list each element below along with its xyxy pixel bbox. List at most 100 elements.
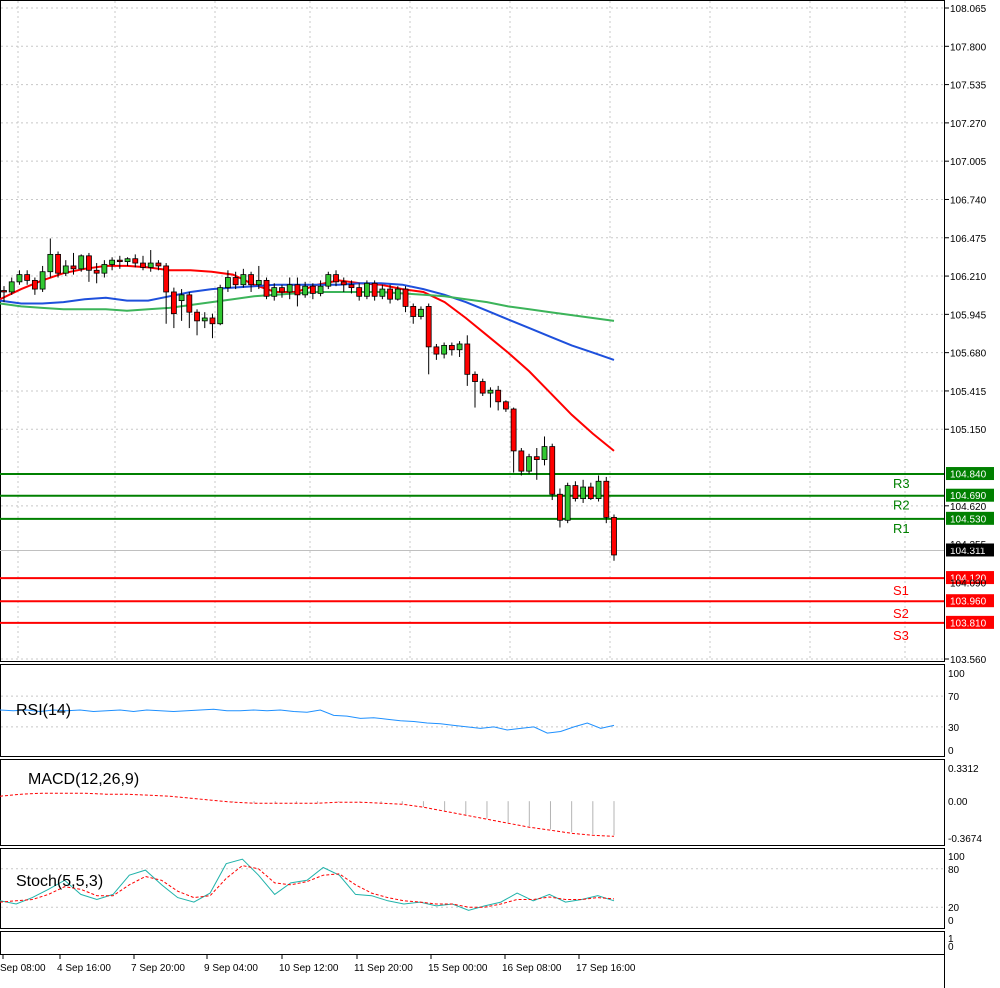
stoch-tick-label: 80 xyxy=(948,865,960,876)
bull-candle-body xyxy=(286,284,293,293)
macd-panel xyxy=(0,759,945,846)
bull-candle-body xyxy=(47,253,54,273)
level-label-s2: S2 xyxy=(893,606,909,621)
candle xyxy=(479,378,486,396)
rsi-title: RSI(14) xyxy=(16,702,71,719)
extra-panel xyxy=(0,931,945,955)
level-tag-value: 104.530 xyxy=(950,514,987,525)
level-label-s3: S3 xyxy=(893,628,909,643)
bull-candle-body xyxy=(240,274,247,286)
price-tick-label: 103.560 xyxy=(950,655,987,666)
time-tick-label: Sep 08:00 xyxy=(0,963,46,974)
bear-candle-body xyxy=(55,253,61,274)
bull-candle-body xyxy=(541,446,548,460)
price-tick-label: 104.355 xyxy=(950,540,987,551)
macd-title: MACD(12,26,9) xyxy=(28,771,139,788)
stoch-tick-label: 100 xyxy=(948,852,965,863)
candle xyxy=(325,271,332,290)
bear-candle-body xyxy=(557,493,563,521)
bull-candle-body xyxy=(580,486,587,499)
bear-candle-body xyxy=(86,255,92,271)
price-tick-label: 107.535 xyxy=(950,81,987,92)
candle xyxy=(364,280,370,300)
bull-candle-body xyxy=(78,255,85,270)
bear-candle-body xyxy=(186,294,193,313)
candle xyxy=(217,284,224,326)
level-label-r3: R3 xyxy=(893,476,910,491)
macd-tick-label: 0.00 xyxy=(948,797,968,808)
bull-candle-body xyxy=(364,282,370,297)
candle xyxy=(549,443,556,501)
level-tag-value: 103.960 xyxy=(950,597,987,608)
time-tick-label: 7 Sep 20:00 xyxy=(131,963,185,974)
bull-candle-body xyxy=(8,281,15,293)
rsi-tick-label: 0 xyxy=(948,746,954,757)
candle xyxy=(263,277,270,300)
candle xyxy=(603,476,610,524)
bear-candle-body xyxy=(603,480,610,518)
bear-candle-body xyxy=(549,446,556,495)
bull-candle-body xyxy=(456,343,463,351)
level-tag-value: 104.840 xyxy=(950,470,987,481)
bull-candle-body xyxy=(317,285,324,294)
bull-candle-body xyxy=(147,262,154,268)
level-label-r1: R1 xyxy=(893,521,910,536)
bear-candle-body xyxy=(448,345,455,351)
time-tick-label: 17 Sep 16:00 xyxy=(576,963,636,974)
bear-candle-body xyxy=(425,306,432,348)
bull-candle-body xyxy=(109,259,116,265)
bear-candle-body xyxy=(371,282,378,297)
bull-candle-body xyxy=(379,288,386,297)
rsi-tick-label: 70 xyxy=(948,692,960,703)
bull-candle-body xyxy=(271,287,278,297)
time-tick-label: 4 Sep 16:00 xyxy=(57,963,111,974)
bear-candle-body xyxy=(356,287,363,297)
price-tick-label: 105.415 xyxy=(950,387,987,398)
bear-candle-body xyxy=(263,279,270,297)
bull-candle-body xyxy=(101,264,108,274)
bull-candle-body xyxy=(178,294,185,302)
price-tick-label: 107.800 xyxy=(950,42,987,53)
price-tick-label: 106.740 xyxy=(950,195,987,206)
price-tick-label: 107.270 xyxy=(950,119,987,130)
stoch-tick-label: 20 xyxy=(948,903,960,914)
main-panel xyxy=(0,0,945,662)
time-tick-label: 15 Sep 00:00 xyxy=(428,963,488,974)
bear-candle-body xyxy=(209,317,216,325)
bear-candle-body xyxy=(31,279,38,290)
bull-candle-body xyxy=(564,485,571,521)
bull-candle-body xyxy=(394,288,401,300)
bear-candle-body xyxy=(140,262,146,268)
bear-candle-body xyxy=(433,346,440,355)
bear-candle-body xyxy=(155,262,162,267)
bear-candle-body xyxy=(587,486,594,499)
bear-candle-body xyxy=(402,288,409,307)
bull-candle-body xyxy=(255,279,262,286)
candle xyxy=(78,254,85,272)
bear-candle-body xyxy=(464,343,471,375)
price-tick-label: 107.005 xyxy=(950,157,987,168)
bear-candle-body xyxy=(340,281,347,286)
bear-candle-body xyxy=(572,485,579,499)
time-tick-label: 11 Sep 20:00 xyxy=(354,963,413,974)
bear-candle-body xyxy=(116,259,123,263)
bear-candle-body xyxy=(410,306,417,317)
bull-candle-body xyxy=(201,317,208,322)
bear-candle-body xyxy=(93,269,100,274)
bull-candle-body xyxy=(441,345,448,355)
bear-candle-body xyxy=(472,373,478,382)
bear-candle-body xyxy=(309,285,316,294)
bear-candle-body xyxy=(248,274,254,286)
bear-candle-body xyxy=(387,288,393,300)
bear-candle-body xyxy=(611,516,617,556)
macd-tick-label: -0.3674 xyxy=(948,834,982,845)
rsi-tick-label: 30 xyxy=(948,723,960,734)
bull-candle-body xyxy=(62,265,69,274)
level-tag-value: 103.810 xyxy=(950,618,987,629)
price-tick-label: 104.620 xyxy=(950,502,987,513)
macd-tick-label: 0.3312 xyxy=(948,764,979,775)
bull-candle-body xyxy=(16,274,23,283)
time-tick-label: 9 Sep 04:00 xyxy=(204,963,258,974)
bear-candle-body xyxy=(495,389,502,403)
level-label-r2: R2 xyxy=(893,498,910,513)
